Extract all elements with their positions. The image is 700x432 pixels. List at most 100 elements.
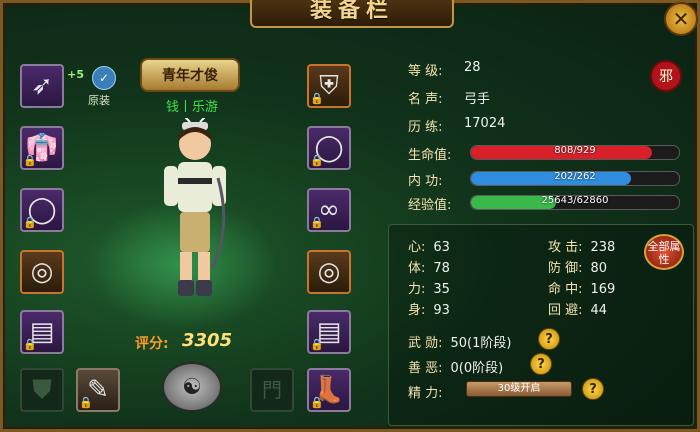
attr-defense: 防 御: 80: [548, 257, 607, 276]
lock-icon: 🔒: [310, 216, 324, 229]
attr-defense-value: 80: [590, 261, 608, 276]
earring-slot[interactable]: ∞ 🔒: [307, 188, 351, 232]
attr-heart: 心: 63: [408, 236, 450, 255]
upgrade-badge: +5: [67, 68, 84, 81]
lock-icon: 🔒: [79, 396, 93, 409]
level-row: 等 级: 28: [408, 60, 481, 79]
attr-power-label: 力:: [408, 282, 426, 297]
xp-row: 经验值:: [408, 194, 451, 213]
emblem-button[interactable]: ☯: [162, 362, 222, 412]
lock-icon: 🔒: [310, 92, 324, 105]
cloak-slot[interactable]: ⛊: [20, 368, 64, 412]
attr-dodge: 回 避: 44: [548, 299, 607, 318]
ring-icon: ◎: [317, 257, 341, 287]
attr-attack-value: 238: [590, 240, 616, 255]
original-outfit-label: 原装: [88, 94, 110, 107]
attr-attack: 攻 击: 238: [548, 236, 615, 255]
lock-icon: 🔒: [310, 338, 324, 351]
energy-help-icon[interactable]: ?: [582, 378, 604, 400]
attr-agile-label: 身:: [408, 303, 426, 318]
merit-help-icon[interactable]: ?: [538, 328, 560, 350]
gate-slot[interactable]: 門: [250, 368, 294, 412]
character-model: [164, 118, 226, 296]
armor-slot[interactable]: 👘 🔒: [20, 126, 64, 170]
score-label: 评分:: [135, 336, 169, 352]
attr-energy-label: 精 力:: [408, 386, 443, 401]
bracer-slot-right[interactable]: ▤ 🔒: [307, 310, 351, 354]
attr-agile: 身: 93: [408, 299, 450, 318]
title-badge: 青年才俊: [140, 58, 240, 92]
original-outfit-icon[interactable]: ✓: [92, 66, 116, 90]
fame-value: 弓手: [464, 92, 491, 107]
attr-body: 体: 78: [408, 257, 450, 276]
ring-slot-right[interactable]: ◎: [307, 250, 351, 294]
fame-row: 名 声: 弓手: [408, 88, 490, 107]
lock-icon: 🔒: [23, 154, 37, 167]
shoulder-slot[interactable]: ⛨ 🔒: [307, 64, 351, 108]
attr-energy: 精 力:: [408, 382, 443, 401]
hp-bar: 808/929: [470, 145, 680, 160]
exp-row: 历 练: 17024: [408, 116, 505, 135]
attr-defense-label: 防 御:: [548, 261, 583, 276]
fame-label: 名 声:: [408, 92, 443, 107]
boots-slot[interactable]: 👢 🔒: [307, 368, 351, 412]
xp-bar: 25643/62860: [470, 195, 680, 210]
energy-bar: 30级开启: [466, 381, 572, 397]
xp-bar-text: 25643/62860: [541, 195, 609, 206]
attr-power: 力: 35: [408, 278, 450, 297]
xp-label: 经验值:: [408, 198, 452, 213]
lock-icon: 🔒: [23, 338, 37, 351]
equipment-window: 装备栏 ✕ ➶ +5 👘 🔒 ◯ 🔒 ◎ ▤ 🔒 ⛊ ✎ 🔒 ✓ 原装 青年才俊…: [0, 0, 700, 432]
lock-icon: 🔒: [23, 216, 37, 229]
ring-slot-left[interactable]: ◎: [20, 250, 64, 294]
close-button[interactable]: ✕: [664, 2, 698, 36]
ring-icon: ◎: [30, 257, 54, 287]
bracer-slot-left[interactable]: ▤ 🔒: [20, 310, 64, 354]
mp-bar-text: 202/262: [554, 171, 596, 182]
attr-heart-label: 心:: [408, 240, 426, 255]
attr-karma-value: 0(0阶段): [450, 361, 504, 376]
lock-icon: 🔒: [310, 154, 324, 167]
cloak-icon: ⛊: [32, 375, 52, 405]
gate-icon: 門: [262, 378, 282, 402]
hp-label: 生命值:: [408, 148, 452, 163]
character-name: 钱丨乐游: [165, 100, 218, 115]
necklace-slot[interactable]: ◯ 🔒: [20, 188, 64, 232]
all-attributes-button[interactable]: 全部属性: [644, 234, 684, 270]
attr-heart-value: 63: [433, 240, 450, 255]
attr-dodge-label: 回 避:: [548, 303, 583, 318]
attr-body-label: 体:: [408, 261, 426, 276]
attr-karma: 善 恶: 0(0阶段): [408, 357, 503, 376]
mount-slot[interactable]: ✎ 🔒: [76, 368, 120, 412]
mp-label: 内 功:: [408, 174, 443, 189]
attr-hit: 命 中: 169: [548, 278, 615, 297]
karma-help-icon[interactable]: ?: [530, 353, 552, 375]
attr-hit-label: 命 中:: [548, 282, 583, 297]
attr-agile-value: 93: [433, 303, 450, 318]
attr-dodge-value: 44: [590, 303, 608, 318]
exp-label: 历 练:: [408, 120, 443, 135]
hp-row: 生命值:: [408, 144, 451, 163]
window-title: 装备栏: [309, 0, 394, 23]
attr-merit-label: 武 勋:: [408, 336, 443, 351]
faction-seal[interactable]: 邪: [650, 60, 682, 92]
attr-hit-value: 169: [590, 282, 616, 297]
level-label: 等 级:: [408, 64, 443, 79]
tiger-emblem-icon: ☯: [182, 374, 202, 400]
attr-merit: 武 勋: 50(1阶段): [408, 332, 511, 351]
hp-bar-text: 808/929: [554, 145, 596, 156]
mp-row: 内 功:: [408, 170, 443, 189]
mp-bar: 202/262: [470, 171, 680, 186]
attr-attack-label: 攻 击:: [548, 240, 583, 255]
attr-body-value: 78: [433, 261, 450, 276]
weapon-slot[interactable]: ➶ +5: [20, 64, 84, 108]
bow-icon: ➶: [31, 71, 53, 101]
attr-power-value: 35: [433, 282, 450, 297]
title-plate: 装备栏: [250, 0, 454, 28]
attr-karma-label: 善 恶:: [408, 361, 443, 376]
lock-icon: 🔒: [310, 396, 324, 409]
level-value: 28: [464, 60, 481, 75]
score-value: 3305: [182, 330, 233, 351]
exp-value: 17024: [464, 116, 506, 131]
amulet-slot[interactable]: ◯ 🔒: [307, 126, 351, 170]
